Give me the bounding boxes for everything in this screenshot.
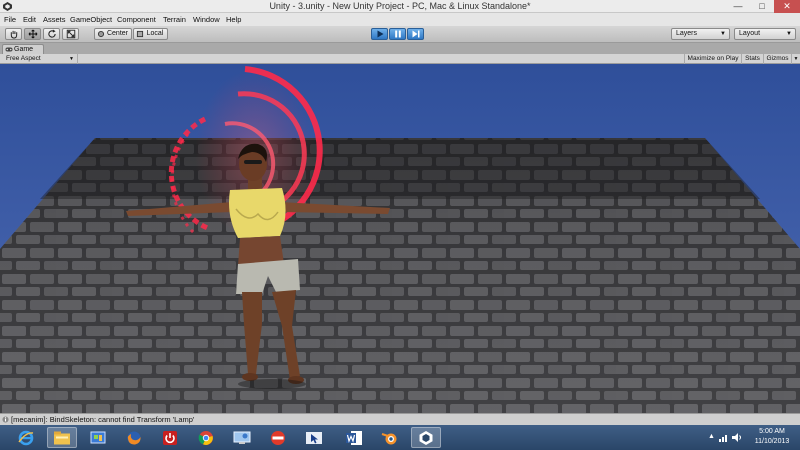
taskbar-remote-desktop[interactable] xyxy=(227,427,257,448)
tab-game[interactable]: Game xyxy=(2,44,44,54)
stone-floor xyxy=(0,138,800,413)
game-viewport[interactable] xyxy=(0,64,800,413)
menu-assets[interactable]: Assets xyxy=(43,13,66,26)
menu-component[interactable]: Component xyxy=(117,13,156,26)
system-tray: ▲ xyxy=(706,425,746,450)
gizmos-dropdown[interactable]: Gizmos xyxy=(763,54,791,64)
menu-gameobject[interactable]: GameObject xyxy=(70,13,112,26)
console-message: [mecanim]: BindSkeleton: cannot find Tra… xyxy=(11,415,195,424)
step-icon xyxy=(412,30,419,38)
remote-desktop-icon xyxy=(233,431,251,444)
aspect-label: Free Aspect xyxy=(6,55,41,62)
close-button[interactable]: ✕ xyxy=(774,0,800,13)
pivot-center-toggle[interactable]: Center xyxy=(94,28,132,40)
game-view-toolbar: Free Aspect ▼ Maximize on Play Stats Giz… xyxy=(0,54,800,64)
maximize-on-play-toggle[interactable]: Maximize on Play xyxy=(684,54,741,64)
network-icon[interactable] xyxy=(719,433,729,442)
menu-window[interactable]: Window xyxy=(193,13,220,26)
chevron-down-icon: ▼ xyxy=(786,31,792,37)
game-scene xyxy=(0,64,800,413)
chrome-icon xyxy=(198,430,213,445)
taskbar-nero[interactable] xyxy=(263,427,293,448)
taskbar-word[interactable] xyxy=(339,427,369,448)
volume-icon[interactable] xyxy=(732,433,742,442)
taskbar-mouse-app[interactable] xyxy=(299,427,329,448)
pivot-local-toggle[interactable]: Local xyxy=(133,28,168,40)
layers-label: Layers xyxy=(676,30,698,37)
taskbar-blender[interactable] xyxy=(375,427,405,448)
unity-editor-window: Unity - 3.unity - New Unity Project - PC… xyxy=(0,0,800,450)
chevron-down-icon: ▼ xyxy=(69,56,74,62)
windows-taskbar: ▲ 5:00 AM 11/10/2013 xyxy=(0,425,800,450)
scale-icon xyxy=(66,29,75,39)
move-icon xyxy=(28,29,37,39)
menu-terrain[interactable]: Terrain xyxy=(163,13,186,26)
step-button[interactable] xyxy=(407,28,424,40)
taskbar-shutdown[interactable] xyxy=(155,427,185,448)
taskbar-clock[interactable]: 5:00 AM 11/10/2013 xyxy=(748,427,796,447)
play-icon xyxy=(377,30,383,38)
layout-label: Layout xyxy=(739,30,761,37)
taskbar-internet-explorer[interactable] xyxy=(11,427,41,448)
nero-icon xyxy=(271,430,285,445)
move-tool-button[interactable] xyxy=(24,28,41,40)
taskbar-firefox[interactable] xyxy=(119,427,149,448)
menu-file[interactable]: File xyxy=(4,13,16,26)
maximize-button[interactable]: □ xyxy=(750,0,774,13)
taskbar-chrome[interactable] xyxy=(191,427,221,448)
blender-icon xyxy=(381,432,397,444)
scale-tool-button[interactable] xyxy=(62,28,79,40)
taskbar-file-explorer[interactable] xyxy=(47,427,77,448)
stats-toggle[interactable]: Stats xyxy=(741,54,763,64)
power-icon xyxy=(163,430,177,445)
layers-dropdown[interactable]: Layers ▼ xyxy=(671,28,730,40)
mouse-app-icon xyxy=(306,431,322,444)
local-space-icon xyxy=(136,30,144,38)
file-explorer-icon xyxy=(54,431,70,444)
game-controller-icon xyxy=(5,47,13,52)
pivot-local-label: Local xyxy=(146,30,164,37)
rotate-tool-button[interactable] xyxy=(43,28,60,40)
aspect-dropdown[interactable]: Free Aspect ▼ xyxy=(2,54,78,64)
clock-time: 5:00 AM xyxy=(759,428,785,435)
pivot-icon xyxy=(97,30,105,38)
menu-help[interactable]: Help xyxy=(226,13,241,26)
hand-icon xyxy=(10,30,17,39)
taskbar-unity[interactable] xyxy=(411,427,441,448)
info-icon xyxy=(2,416,9,423)
firefox-icon xyxy=(127,431,141,445)
chevron-down-icon[interactable]: ▼ xyxy=(791,54,800,64)
tray-expand-icon[interactable]: ▲ xyxy=(708,433,715,440)
tab-bar: Game xyxy=(0,43,800,54)
menu-bar: File Edit Assets GameObject Component Te… xyxy=(0,13,800,26)
chevron-down-icon: ▼ xyxy=(720,31,726,37)
pivot-center-label: Center xyxy=(106,30,128,37)
clock-date: 11/10/2013 xyxy=(754,438,790,445)
layout-dropdown[interactable]: Layout ▼ xyxy=(734,28,796,40)
tab-game-label: Game xyxy=(14,46,34,53)
pause-icon xyxy=(394,30,401,38)
internet-explorer-icon xyxy=(18,430,34,445)
unity-icon xyxy=(419,430,433,445)
hand-tool-button[interactable] xyxy=(5,28,22,40)
title-bar: Unity - 3.unity - New Unity Project - PC… xyxy=(0,0,800,13)
rotate-icon xyxy=(47,29,56,38)
console-status-bar[interactable]: [mecanim]: BindSkeleton: cannot find Tra… xyxy=(0,413,800,425)
taskbar-control-panel[interactable] xyxy=(83,427,113,448)
window-title: Unity - 3.unity - New Unity Project - PC… xyxy=(269,1,531,11)
play-button[interactable] xyxy=(371,28,388,40)
control-panel-icon xyxy=(90,431,106,443)
toolbar: Center Local Layers ▼ Layout ▼ xyxy=(0,26,800,43)
minimize-button[interactable]: — xyxy=(726,0,750,13)
menu-edit[interactable]: Edit xyxy=(23,13,36,26)
word-icon xyxy=(346,430,362,445)
pause-button[interactable] xyxy=(389,28,406,40)
